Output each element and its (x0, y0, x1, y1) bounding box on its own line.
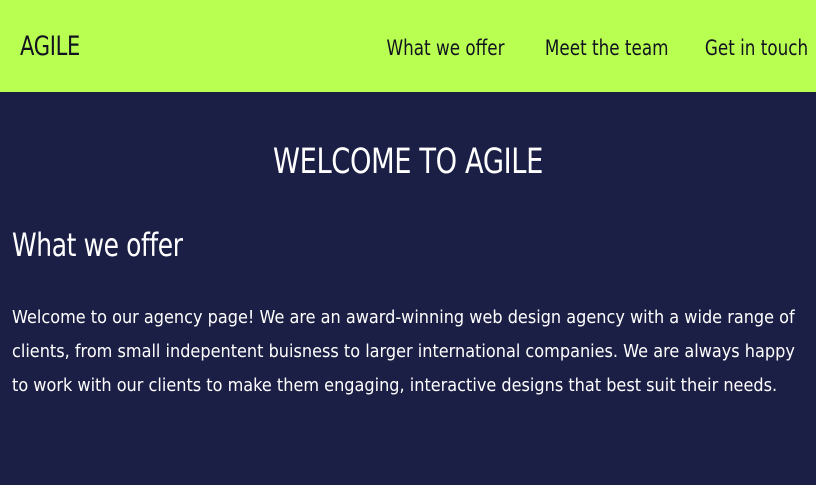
nav-link-meet-the-team[interactable]: Meet the team (545, 34, 669, 62)
intro-paragraph: Welcome to our agency page! We are an aw… (12, 307, 795, 396)
nav-link-what-we-offer[interactable]: What we offer (386, 34, 504, 62)
page-title: WELCOME TO AGILE (273, 142, 543, 182)
site-logo[interactable]: AGILE (20, 30, 80, 64)
nav-link-get-in-touch[interactable]: Get in touch (705, 34, 808, 62)
main-navigation: What we offer Meet the team Get in touch (357, 34, 808, 62)
section-title-what-we-offer: What we offer (12, 226, 183, 264)
site-header: AGILE What we offer Meet the team Get in… (0, 0, 816, 92)
